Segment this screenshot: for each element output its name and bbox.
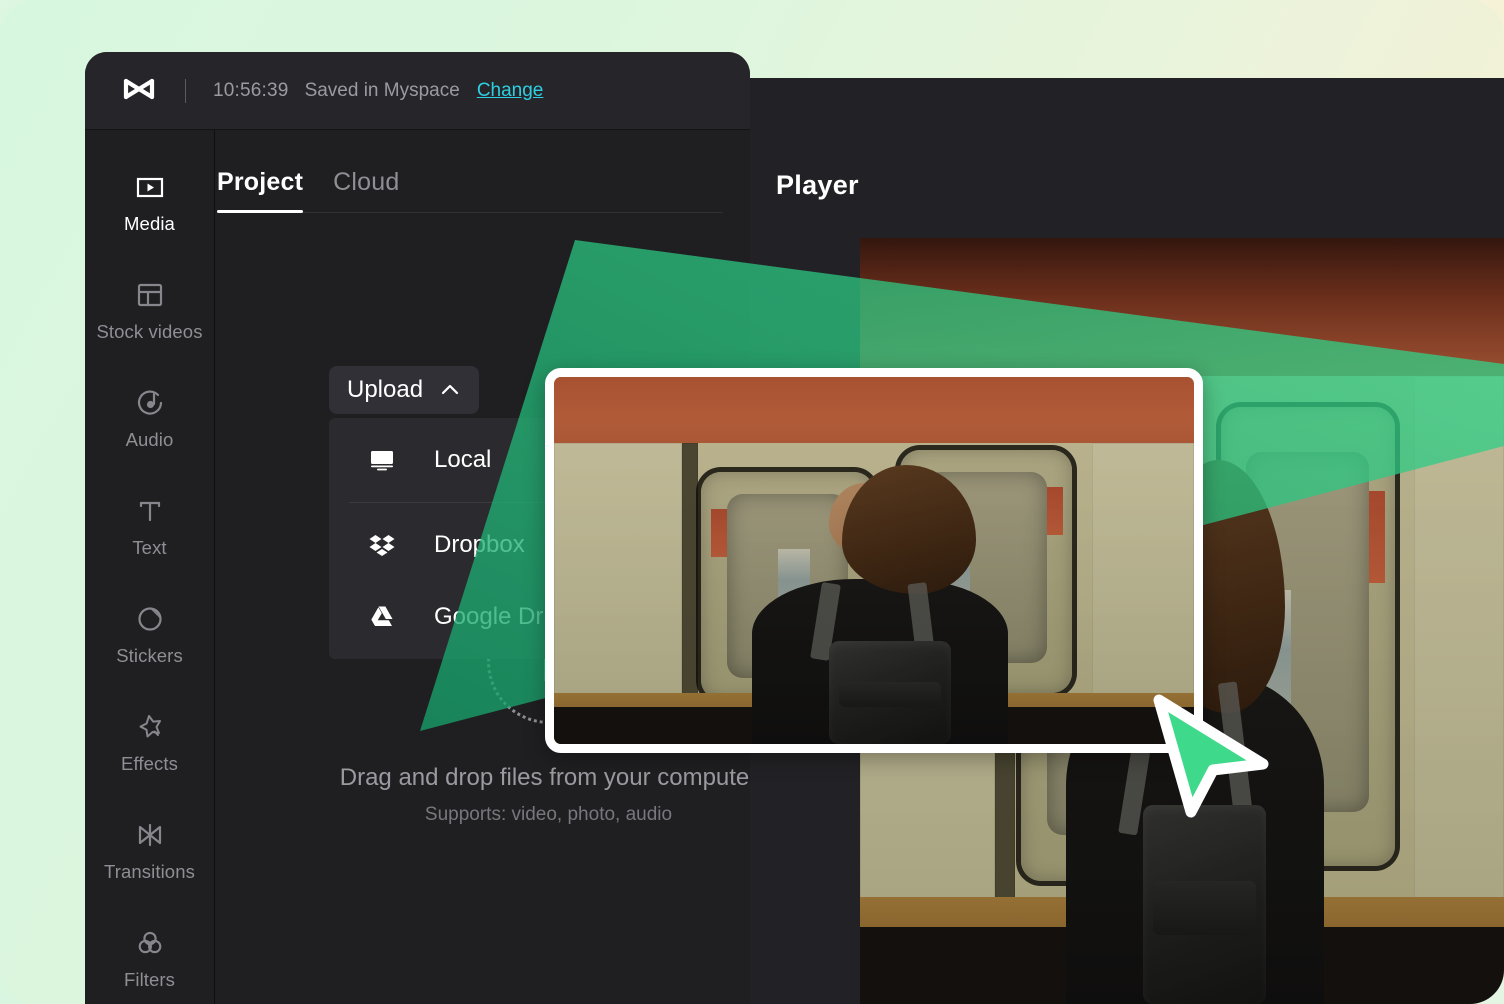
sticker-circle-icon xyxy=(133,602,167,636)
titlebar-divider xyxy=(185,79,186,103)
sidebar-item-label: Stickers xyxy=(116,644,183,666)
sidebar: Media Stock videos Audio Text Stickers E… xyxy=(85,130,215,1004)
thumbnail-photo xyxy=(554,377,1194,744)
tab-project[interactable]: Project xyxy=(217,168,304,213)
monitor-icon xyxy=(367,445,397,475)
player-title: Player xyxy=(776,170,859,200)
capcut-logo-icon[interactable] xyxy=(122,74,156,108)
change-location-link[interactable]: Change xyxy=(477,80,544,102)
sidebar-item-effects[interactable]: Effects xyxy=(85,688,214,796)
upload-menu-item-label: Local xyxy=(434,446,492,473)
project-tabs: Project Cloud xyxy=(104,130,750,213)
text-t-icon xyxy=(133,494,167,528)
saved-location: Saved in Myspace xyxy=(304,80,460,101)
filters-venn-icon xyxy=(133,926,167,960)
page-frame: Player 10:56:39 Saved in Myspace Change … xyxy=(0,0,1504,1004)
sidebar-item-label: Stock videos xyxy=(96,320,203,342)
sidebar-item-text[interactable]: Text xyxy=(85,472,214,580)
autosave-time: 10:56:39 xyxy=(213,80,289,101)
transitions-bowtie-icon xyxy=(133,818,167,852)
sidebar-item-label: Filters xyxy=(123,968,176,990)
dragged-media-thumbnail[interactable] xyxy=(545,368,1203,753)
sidebar-item-stock-videos[interactable]: Stock videos xyxy=(85,256,214,364)
upload-button[interactable]: Upload xyxy=(329,366,480,414)
dropzone-subtitle: Supports: video, photo, audio xyxy=(424,804,673,825)
sidebar-item-label: Audio xyxy=(125,428,174,450)
chevron-up-icon xyxy=(439,379,461,401)
dropzone-title: Drag and drop files from your computer xyxy=(339,764,750,791)
sidebar-item-label: Effects xyxy=(121,752,178,774)
google-drive-icon xyxy=(367,602,397,632)
audio-note-icon xyxy=(133,386,167,420)
sidebar-item-filters[interactable]: Filters xyxy=(85,904,214,1004)
sidebar-item-label: Transitions xyxy=(104,860,195,882)
titlebar: 10:56:39 Saved in Myspace Change xyxy=(85,52,750,130)
dropbox-icon xyxy=(367,530,397,560)
upload-button-label: Upload xyxy=(347,376,424,403)
sidebar-item-audio[interactable]: Audio xyxy=(85,364,214,472)
effects-star-icon xyxy=(133,710,167,744)
layout-grid-icon xyxy=(133,278,167,312)
photo-color-grade xyxy=(554,377,1194,744)
upload-menu-item-label: Dropbox xyxy=(434,531,525,558)
sidebar-item-label: Media xyxy=(124,212,175,234)
sidebar-item-transitions[interactable]: Transitions xyxy=(85,796,214,904)
sidebar-item-stickers[interactable]: Stickers xyxy=(85,580,214,688)
sidebar-item-label: Text xyxy=(132,536,167,558)
tab-cloud[interactable]: Cloud xyxy=(333,168,399,213)
